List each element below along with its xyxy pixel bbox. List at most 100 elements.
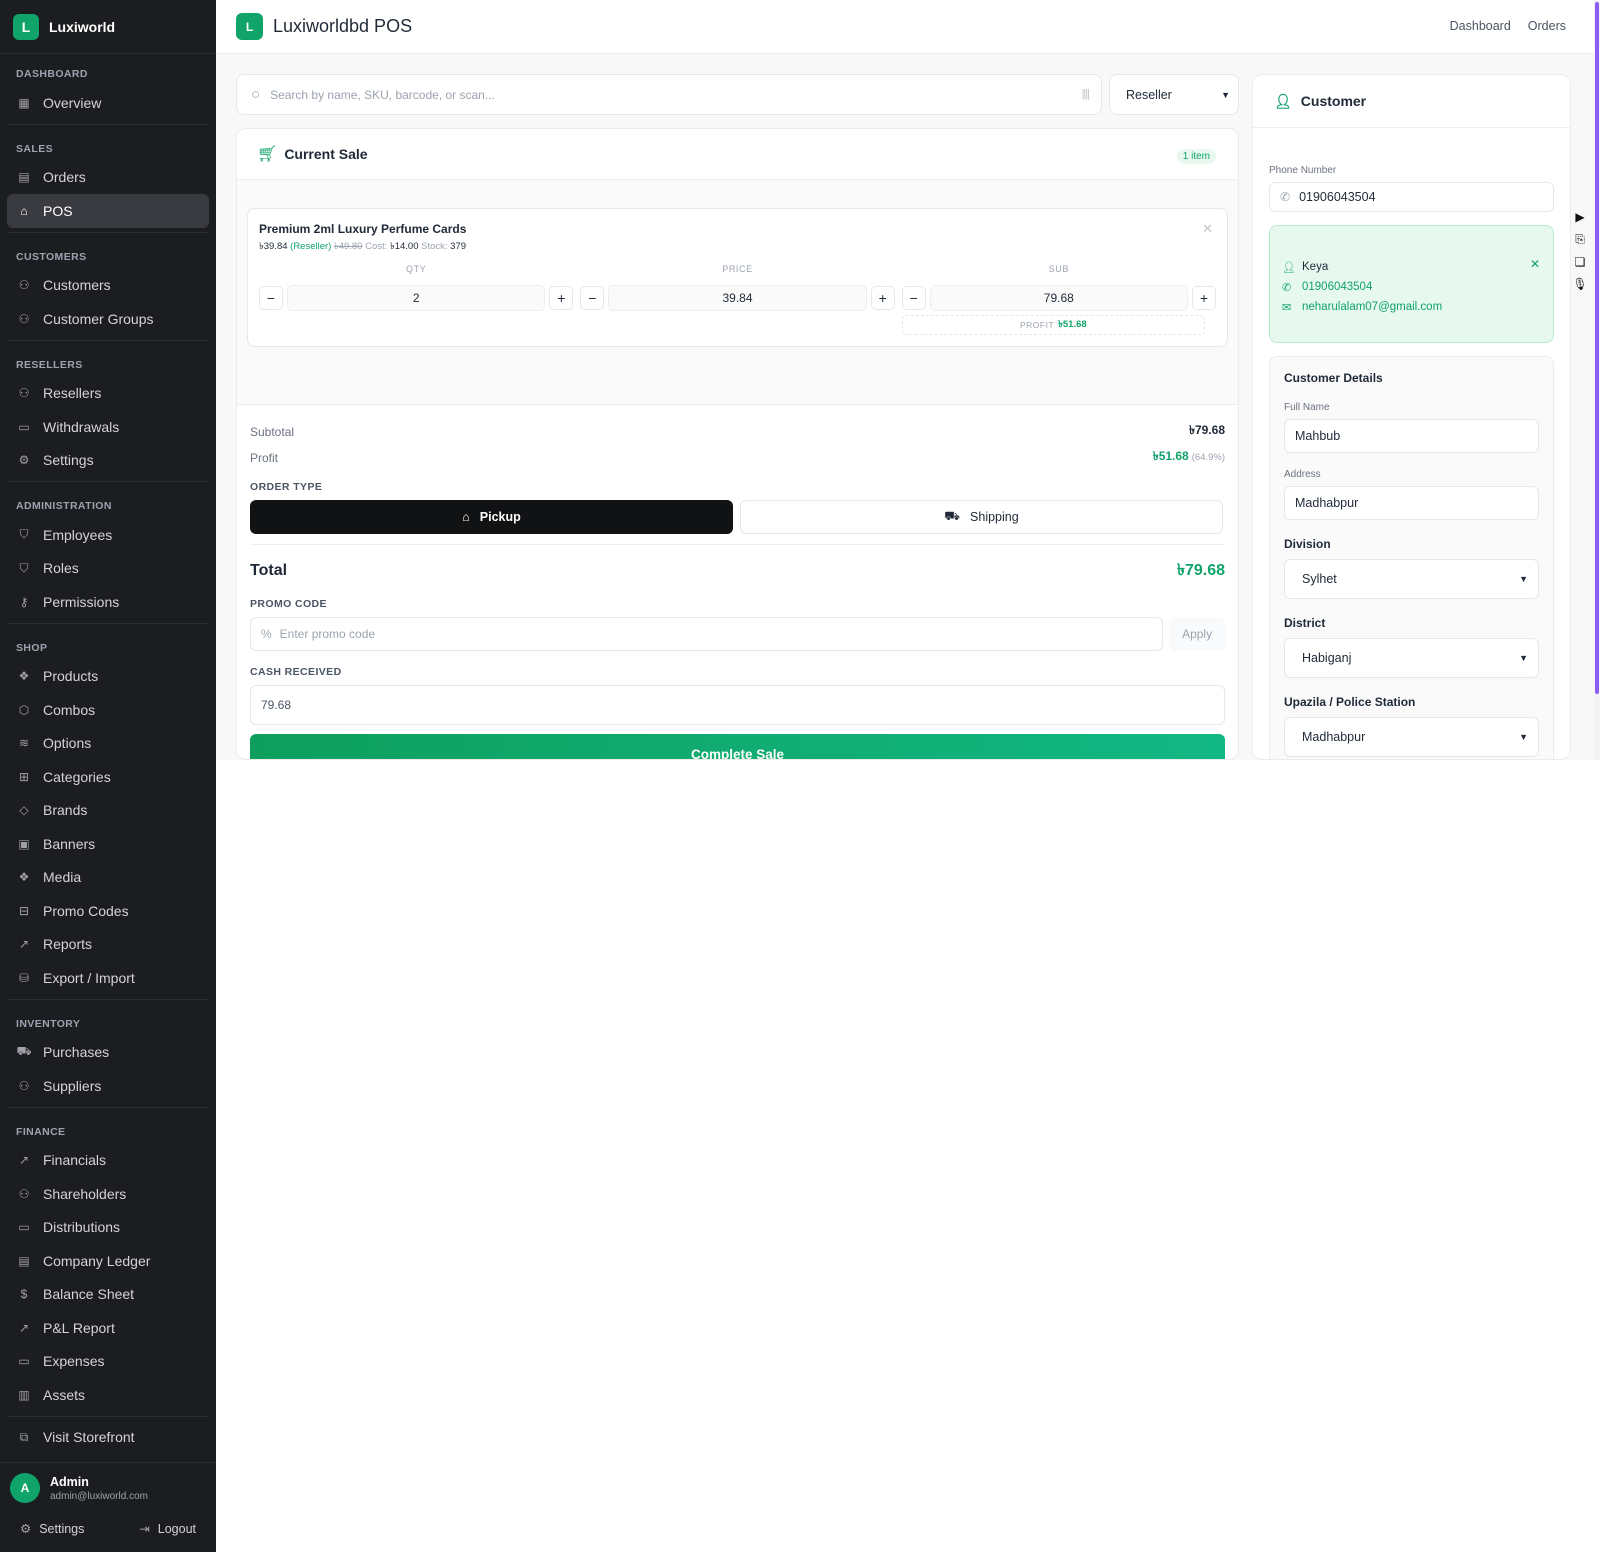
nav-section-customers: CUSTOMERS ⚇ Customers ⚇ Customer Groups [0, 237, 216, 336]
sidebar-item-resellers[interactable]: ⚇ Resellers [7, 377, 209, 411]
sidebar-item-pos[interactable]: ⌂ POS [7, 194, 209, 228]
sidebar-item-label: Export / Import [43, 969, 135, 986]
sidebar-item-combos[interactable]: ⬡ Combos [7, 693, 209, 727]
clear-customer-close-icon[interactable]: ✕ [1530, 257, 1540, 271]
nav-section-title: SHOP [16, 641, 48, 654]
nav-divider [7, 481, 209, 482]
search-icon: ○ [251, 86, 261, 103]
logout-button[interactable]: ⇥ Logout [139, 1521, 196, 1536]
sidebar-item-customer-groups[interactable]: ⚇ Customer Groups [7, 302, 209, 336]
sidebar-item-label: Banners [43, 835, 96, 852]
sidebar-item-withdrawals[interactable]: ▭ Withdrawals [7, 410, 209, 444]
header-logo: L [236, 13, 263, 40]
item-profit-label: PROFIT [1019, 320, 1055, 330]
sidebar-item-brands[interactable]: ◇ Brands [7, 794, 209, 828]
product-search-input[interactable]: ○ Search by name, SKU, barcode, or scan.… [236, 74, 1102, 115]
sub-decrease-button[interactable]: − [901, 286, 926, 310]
user-settings-button[interactable]: ⚙ Settings [20, 1521, 84, 1536]
user-icon: 👤︎ [1274, 92, 1292, 109]
price-increase-button[interactable]: + [870, 286, 895, 310]
sidebar-item-roles[interactable]: ⛉ Roles [7, 552, 209, 586]
chevron-down-icon: ▼ [1519, 653, 1528, 663]
address-input[interactable]: Madhabpur [1284, 486, 1539, 520]
sidebar-item-media[interactable]: ❖ Media [7, 861, 209, 895]
nav-section-title: ADMINISTRATION [16, 500, 112, 512]
price-mode-select[interactable]: Reseller ▼ [1109, 74, 1239, 115]
truck-icon: ⛟ [16, 1044, 32, 1059]
chat-icon[interactable]: ❏ [1575, 255, 1586, 269]
user-icon: 👤︎ [1282, 261, 1296, 274]
total-label: Total [250, 561, 288, 579]
sidebar-item-distributions[interactable]: ▭ Distributions [7, 1211, 209, 1245]
phone-icon: ✆ [1282, 281, 1292, 294]
sidebar-item-customers[interactable]: ⚇ Customers [7, 269, 209, 303]
promo-code-input[interactable]: % Enter promo code [250, 617, 1164, 651]
district-select[interactable]: Habiganj ▼ [1284, 638, 1539, 678]
sidebar-item-company-ledger[interactable]: ▤ Company Ledger [7, 1244, 209, 1278]
sidebar-item-banners[interactable]: ▣ Banners [7, 827, 209, 861]
qty-increase-button[interactable]: + [549, 286, 574, 310]
upazila-label: Upazila / Police Station [1284, 695, 1416, 709]
price-input[interactable]: 39.84 [608, 285, 867, 311]
sidebar-item-export-import[interactable]: ⛁ Export / Import [7, 961, 209, 995]
remove-item-close-icon[interactable]: ✕ [1202, 221, 1213, 237]
full-name-input[interactable]: Mahbub [1284, 419, 1539, 453]
header-link-orders[interactable]: Orders [1528, 19, 1566, 33]
promo-code-label: PROMO CODE [250, 598, 327, 610]
header-link-dashboard[interactable]: Dashboard [1450, 19, 1511, 33]
scrollbar-thumb[interactable] [1595, 2, 1599, 694]
nav-section-administration: ADMINISTRATION ⛉ Employees ⛉ Roles ⚷ Permissio… [0, 486, 216, 619]
sidebar-item-balance-sheet[interactable]: $ Balance Sheet [7, 1278, 209, 1312]
sidebar-item-categories[interactable]: ⊞ Categories [7, 760, 209, 794]
sidebar-item-assets[interactable]: ▥ Assets [7, 1378, 209, 1412]
sidebar-item-products[interactable]: ❖ Products [7, 660, 209, 694]
bookmark-icon[interactable]: ⎘ [1575, 232, 1585, 247]
sidebar-item-label: Employees [43, 526, 113, 543]
sidebar-item-shareholders[interactable]: ⚇ Shareholders [7, 1177, 209, 1211]
sidebar-item-financials[interactable]: ↗ Financials [7, 1144, 209, 1178]
sub-input[interactable]: 79.68 [929, 285, 1188, 311]
upazila-select[interactable]: Madhabpur ▼ [1284, 717, 1539, 757]
sidebar-item-p-l-report[interactable]: ↗ P&L Report [7, 1311, 209, 1345]
sidebar-item-options[interactable]: ≋ Options [7, 727, 209, 761]
shipping-button[interactable]: ⛟ Shipping [740, 500, 1223, 534]
qty-decrease-button[interactable]: − [259, 286, 283, 310]
play-icon[interactable]: ▶ [1575, 210, 1584, 224]
sidebar-item-overview[interactable]: ▦ Overview [7, 86, 209, 120]
sidebar-item-suppliers[interactable]: ⚇ Suppliers [7, 1069, 209, 1103]
cart-item-old-price: ৳49.80 [333, 241, 363, 252]
sidebar-item-expenses[interactable]: ▭ Expenses [7, 1345, 209, 1379]
nav-section-shop: SHOP ❖ Products ⬡ Combos ≋ Options ⊞ Categories ◇… [0, 628, 216, 995]
sidebar-item-label: Options [43, 735, 92, 752]
sidebar-item-settings[interactable]: ⚙ Settings [7, 444, 209, 478]
pickup-button[interactable]: ⌂ Pickup [250, 500, 733, 534]
sidebar-item-promo-codes[interactable]: ⊟ Promo Codes [7, 894, 209, 928]
cash-received-input[interactable]: 79.68 [250, 685, 1225, 725]
nav-section-title: CUSTOMERS [16, 250, 87, 263]
sub-increase-button[interactable]: + [1191, 286, 1216, 310]
top-header: L Luxiworldbd POS Dashboard Orders [216, 0, 1600, 54]
sidebar-item-employees[interactable]: ⛉ Employees [7, 518, 209, 552]
apply-promo-button[interactable]: Apply [1169, 617, 1225, 651]
sidebar-item-label: Reports [43, 936, 93, 953]
nav-section-sales: SALES ▤ Orders ⌂ POS [0, 129, 216, 228]
app-root: L Luxiworld DASHBOARD ▦ Overview SALES ▤ Orde… [0, 0, 1600, 1552]
sidebar-brand[interactable]: L Luxiworld [0, 0, 216, 54]
sidebar-item-reports[interactable]: ↗ Reports [7, 928, 209, 962]
user-profile[interactable]: A Admin admin@luxiworld.com [10, 1473, 206, 1503]
users-icon: ⚇ [18, 278, 30, 293]
complete-sale-button[interactable]: Complete Sale [250, 734, 1225, 759]
microphone-icon[interactable]: 🎙︎ [1572, 277, 1587, 291]
visit-storefront-link[interactable]: ⧉ Visit Storefront [7, 1421, 209, 1455]
qty-input[interactable]: 2 [287, 285, 546, 311]
phone-input[interactable]: ✆ 01906043504 [1269, 182, 1554, 212]
sidebar-item-permissions[interactable]: ⚷ Permissions [7, 585, 209, 619]
store-icon: ⌂ [462, 510, 470, 524]
storefront-section: ⧉ Visit Storefront [0, 1421, 216, 1455]
division-select[interactable]: Sylhet ▼ [1284, 559, 1539, 599]
sidebar-item-purchases[interactable]: ⛟ Purchases [7, 1036, 209, 1070]
price-decrease-button[interactable]: − [580, 286, 605, 310]
gear-icon: ⚙ [20, 1522, 32, 1536]
sidebar-item-orders[interactable]: ▤ Orders [7, 161, 209, 195]
barcode-icon[interactable]: |||| [1082, 88, 1091, 100]
